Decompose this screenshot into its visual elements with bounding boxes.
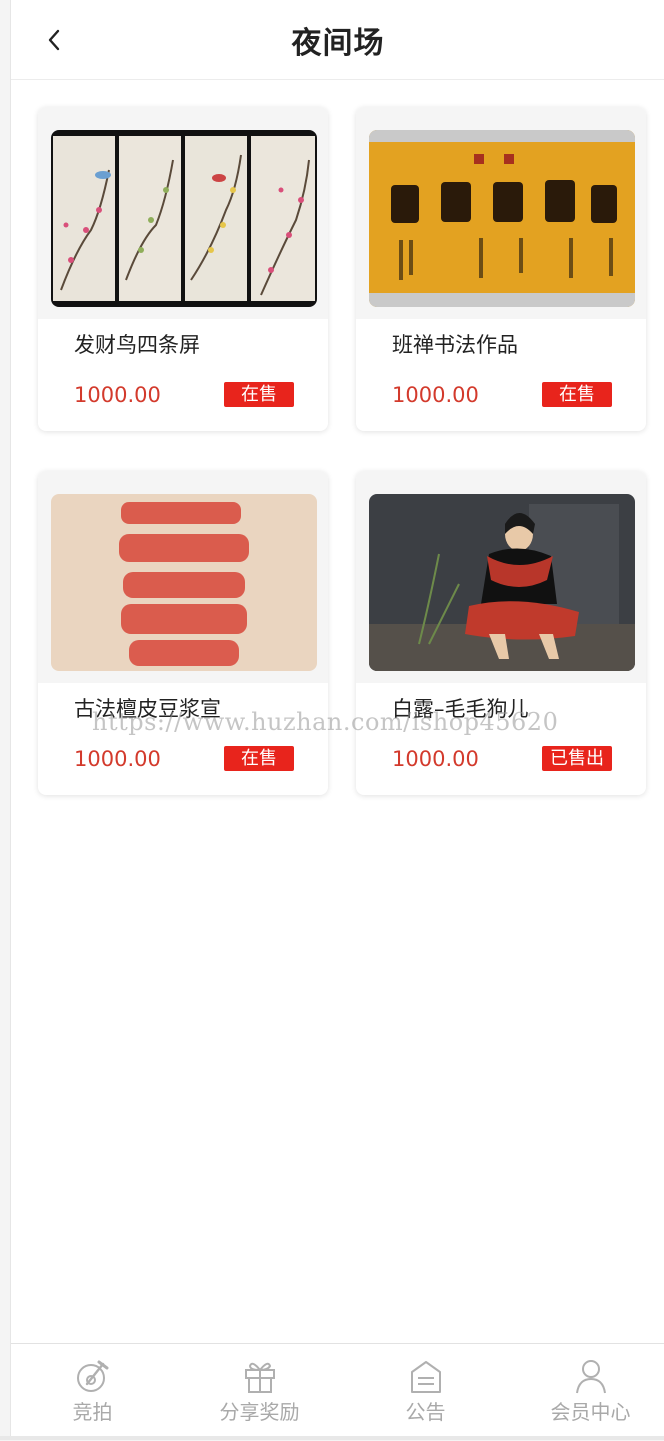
status-badge: 在售 xyxy=(542,382,612,407)
app-frame: 夜间场 发财鸟四条屏 1000.00 在售 班禅书法作品 1000.00 在售 … xyxy=(10,0,664,1440)
auction-icon xyxy=(76,1360,108,1392)
product-image xyxy=(369,130,635,307)
product-price: 1000.00 xyxy=(392,747,479,771)
announcement-icon xyxy=(410,1361,441,1393)
product-image xyxy=(369,494,635,671)
card-image-area xyxy=(38,107,328,319)
product-name: 白露–毛毛狗儿 xyxy=(392,697,529,721)
tab-label: 竞拍 xyxy=(72,1400,113,1424)
product-card[interactable]: 发财鸟四条屏 1000.00 在售 xyxy=(38,107,328,431)
product-name: 古法檀皮豆浆宣 xyxy=(74,697,221,721)
bottom-edge xyxy=(0,1436,664,1440)
portrait-painting xyxy=(369,494,635,671)
gift-icon xyxy=(244,1362,275,1393)
card-image-area xyxy=(38,471,328,683)
product-price: 1000.00 xyxy=(74,747,161,771)
tab-label: 分享奖励 xyxy=(219,1400,300,1424)
product-image xyxy=(51,494,317,671)
card-image-area xyxy=(356,471,646,683)
plum-blossom-painting xyxy=(51,130,317,307)
status-badge: 已售出 xyxy=(542,746,612,771)
product-name: 班禅书法作品 xyxy=(392,333,518,357)
tab-auction[interactable]: 竞拍 xyxy=(11,1344,174,1441)
tab-member-center[interactable]: 会员中心 xyxy=(509,1344,664,1441)
product-name: 发财鸟四条屏 xyxy=(74,333,200,357)
product-price: 1000.00 xyxy=(392,383,479,407)
status-badge: 在售 xyxy=(224,746,294,771)
product-card[interactable]: 古法檀皮豆浆宣 1000.00 在售 xyxy=(38,471,328,795)
product-image xyxy=(51,130,317,307)
user-icon xyxy=(575,1360,606,1394)
card-image-area xyxy=(356,107,646,319)
tab-announcement[interactable]: 公告 xyxy=(344,1344,507,1441)
top-bar: 夜间场 xyxy=(11,0,664,80)
product-price: 1000.00 xyxy=(74,383,161,407)
status-badge: 在售 xyxy=(224,382,294,407)
tab-label: 公告 xyxy=(405,1400,446,1424)
tab-label: 会员中心 xyxy=(550,1400,631,1424)
calligraphy-gold-paper xyxy=(369,130,635,307)
product-card[interactable]: 白露–毛毛狗儿 1000.00 已售出 xyxy=(356,471,646,795)
bottom-tab-bar: 竞拍 分享奖励 公告 会员中心 xyxy=(11,1343,664,1440)
product-card[interactable]: 班禅书法作品 1000.00 在售 xyxy=(356,107,646,431)
page-title: 夜间场 xyxy=(291,26,385,61)
tab-share-reward[interactable]: 分享奖励 xyxy=(178,1344,341,1441)
red-calligraphy-xuan xyxy=(51,494,317,671)
